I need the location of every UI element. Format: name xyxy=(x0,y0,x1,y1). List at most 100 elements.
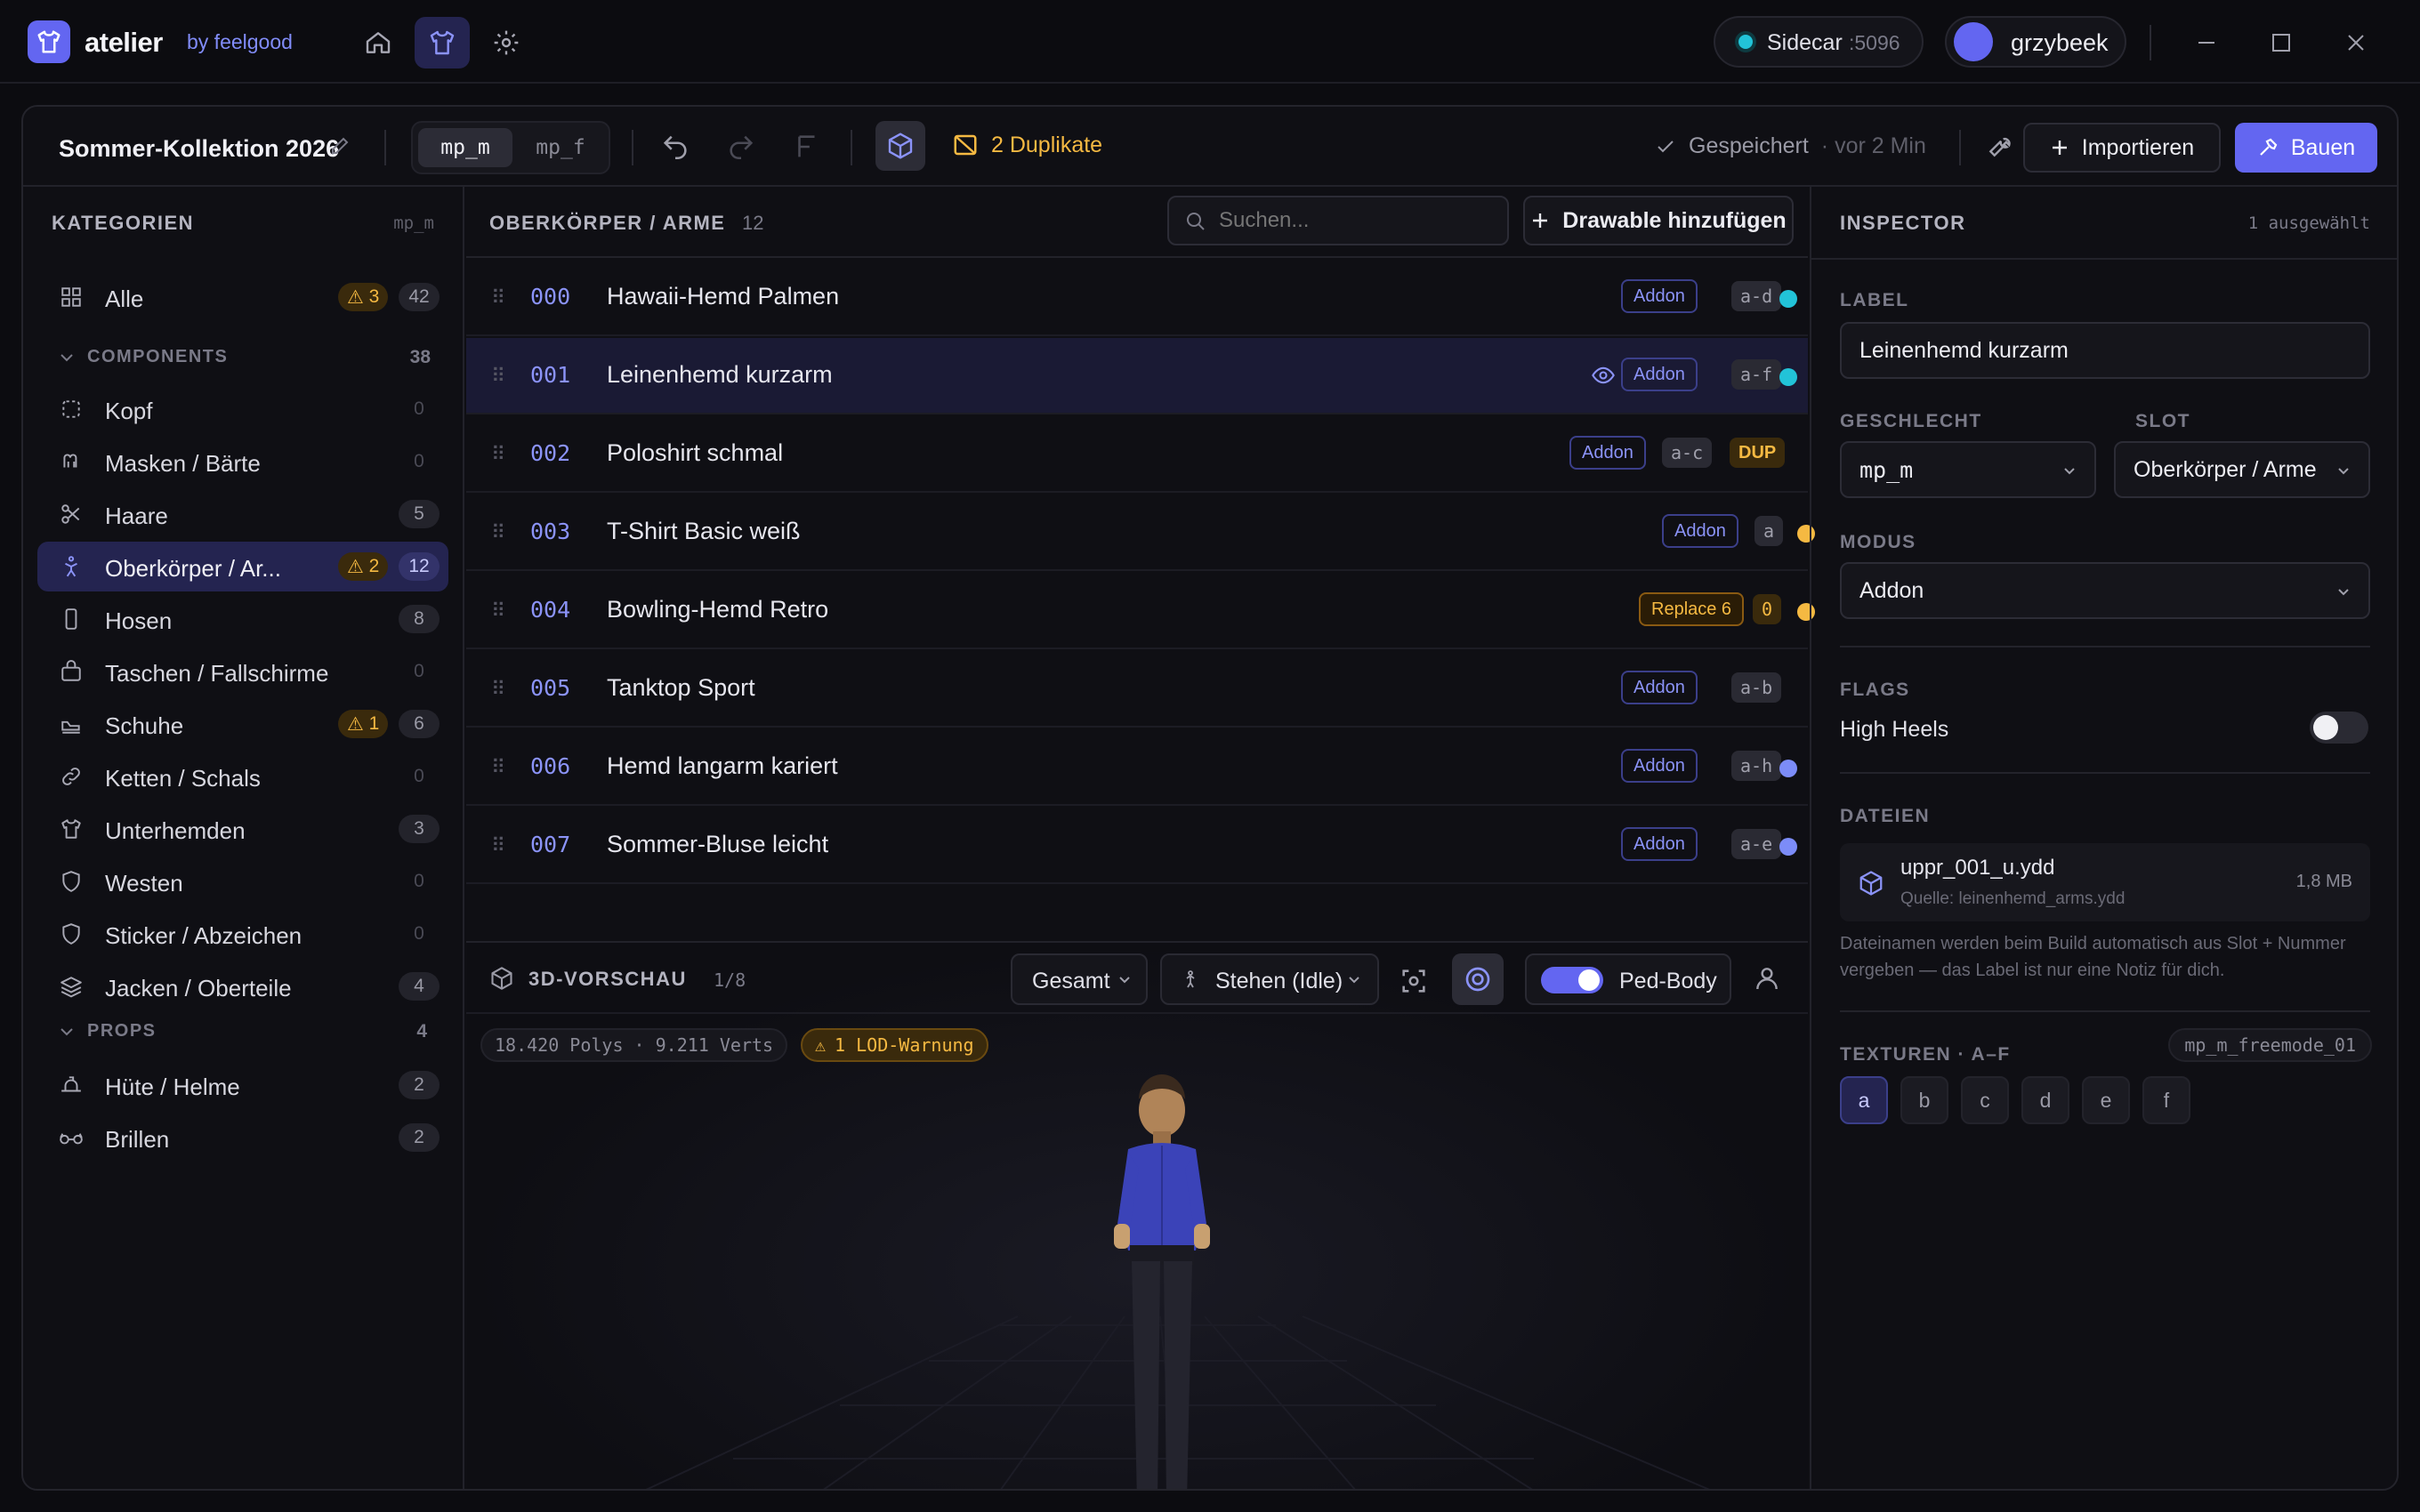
drag-handle-icon[interactable]: ⠿ xyxy=(491,365,505,388)
build-button[interactable]: Bauen xyxy=(2235,123,2377,173)
home-button[interactable] xyxy=(351,17,406,68)
components-group-header[interactable]: COMPONENTS xyxy=(59,347,228,367)
warning-badge: ⚠ 2 xyxy=(338,552,389,581)
sidebar-item-sticker[interactable]: Sticker / Abzeichen 0 xyxy=(37,909,448,959)
count-badge: 0 xyxy=(414,451,424,471)
mode-select[interactable]: Addon xyxy=(1840,562,2370,619)
settings-button[interactable] xyxy=(479,17,534,68)
sidebar-item-brillen[interactable]: Brillen 2 xyxy=(37,1113,448,1162)
count-badge: 5 xyxy=(399,500,440,528)
chevron-down-icon xyxy=(60,353,73,361)
sidebar-item-huete[interactable]: Hüte / Helme 2 xyxy=(37,1060,448,1110)
sidebar-item-oberkoerper[interactable]: Oberkörper / Ar... ⚠ 2 12 xyxy=(37,542,448,591)
texture-a-button[interactable]: a xyxy=(1840,1076,1888,1124)
texture-f-button[interactable]: f xyxy=(2142,1076,2190,1124)
label-input[interactable] xyxy=(1840,322,2370,379)
mode-tag: Addon xyxy=(1569,436,1646,470)
sidebar-item-haare[interactable]: Haare 5 xyxy=(37,489,448,539)
drag-handle-icon[interactable]: ⠿ xyxy=(491,756,505,779)
sidebar-item-label: Jacken / Oberteile xyxy=(105,975,292,1001)
maximize-button[interactable] xyxy=(2262,23,2301,62)
mode-select-value: Addon xyxy=(1859,577,1924,603)
sidebar-item-alle[interactable]: Alle ⚠ 3 42 xyxy=(37,272,448,322)
redo-button[interactable] xyxy=(726,132,756,166)
count-badge: 0 xyxy=(414,871,424,891)
props-group-header[interactable]: PROPS xyxy=(59,1021,157,1042)
texture-c-button[interactable]: c xyxy=(1961,1076,2009,1124)
search-box[interactable] xyxy=(1167,196,1509,245)
table-row[interactable]: ⠿ 002 Poloshirt schmal Addon a-c DUP xyxy=(466,416,1808,493)
high-heels-toggle[interactable] xyxy=(2310,712,2368,744)
visibility-toggle[interactable] xyxy=(1591,363,1616,392)
sidecar-port: :5096 xyxy=(1849,31,1900,54)
table-row[interactable]: ⠿ 004 Bowling-Hemd Retro Replace 6 0 xyxy=(466,573,1815,649)
drag-handle-icon[interactable]: ⠿ xyxy=(491,443,505,466)
drag-handle-icon[interactable]: ⠿ xyxy=(491,678,505,701)
user-menu[interactable]: grzybeek xyxy=(1945,16,2126,68)
drag-handle-icon[interactable]: ⠿ xyxy=(491,521,505,544)
gender-mp-f[interactable]: mp_f xyxy=(516,128,605,167)
avatar-view-button[interactable] xyxy=(1753,964,1783,994)
file-card[interactable]: uppr_001_u.ydd Quelle: leinenhemd_arms.y… xyxy=(1840,843,2370,921)
ped-body-toggle[interactable]: Ped-Body xyxy=(1525,953,1731,1005)
count-badge: 2 xyxy=(399,1071,440,1099)
drag-handle-icon[interactable]: ⠿ xyxy=(491,599,505,623)
history-button[interactable] xyxy=(792,132,822,166)
lod-warning-chip[interactable]: ⚠ 1 LOD-Warnung xyxy=(801,1028,988,1062)
sidebar-item-unterhemden[interactable]: Unterhemden 3 xyxy=(37,804,448,854)
drag-handle-icon[interactable]: ⠿ xyxy=(491,834,505,857)
focus-button[interactable] xyxy=(1399,966,1431,998)
sidebar-item-taschen[interactable]: Taschen / Fallschirme 0 xyxy=(37,647,448,696)
sidebar-item-kopf[interactable]: Kopf 0 xyxy=(37,384,448,434)
sidebar-item-hosen[interactable]: Hosen 8 xyxy=(37,594,448,644)
drag-handle-icon[interactable]: ⠿ xyxy=(491,286,505,310)
gender-select[interactable]: mp_m xyxy=(1840,441,2096,498)
sidebar-item-label: Unterhemden xyxy=(105,817,246,844)
orbit-button[interactable] xyxy=(1452,953,1504,1005)
table-row[interactable]: ⠿ 006 Hemd langarm kariert Addon a-h xyxy=(466,729,1808,806)
sidebar-item-label: Schuhe xyxy=(105,712,184,739)
bag-icon xyxy=(59,659,84,684)
search-icon xyxy=(1187,213,1205,230)
close-button[interactable] xyxy=(2336,23,2376,62)
sidebar-item-masken[interactable]: Masken / Bärte 0 xyxy=(37,437,448,487)
gender-toggle: mp_m mp_f xyxy=(411,121,610,174)
shirt-icon xyxy=(37,30,60,53)
duplicates-indicator[interactable]: 2 Duplikate xyxy=(952,132,1102,158)
search-input[interactable] xyxy=(1219,206,1486,235)
sidebar-item-schuhe[interactable]: Schuhe ⚠ 1 6 xyxy=(37,699,448,749)
texture-b-button[interactable]: b xyxy=(1900,1076,1948,1124)
table-row[interactable]: ⠿ 007 Sommer-Bluse leicht Addon a-e xyxy=(466,808,1808,884)
table-row[interactable]: ⠿ 003 T-Shirt Basic weiß Addon a xyxy=(466,495,1815,571)
sidebar-item-ketten[interactable]: Ketten / Schals 0 xyxy=(37,752,448,801)
flags-title: FLAGS xyxy=(1840,680,1910,700)
texture-d-button[interactable]: d xyxy=(2021,1076,2069,1124)
view-select[interactable]: Gesamt xyxy=(1011,953,1148,1005)
duplicate-warning-icon xyxy=(954,134,977,156)
texture-e-button[interactable]: e xyxy=(2082,1076,2130,1124)
sidebar-item-label: Brillen xyxy=(105,1126,170,1153)
sidebar-gender: mp_m xyxy=(393,213,434,233)
import-button[interactable]: Importieren xyxy=(2023,123,2221,173)
tools-button[interactable] xyxy=(1986,132,2014,165)
toggle-switch[interactable] xyxy=(1541,967,1603,993)
sidebar-item-westen[interactable]: Westen 0 xyxy=(37,857,448,906)
undo-button[interactable] xyxy=(660,132,690,166)
wardrobe-button[interactable] xyxy=(415,17,470,68)
gender-mp-m[interactable]: mp_m xyxy=(418,128,512,167)
table-row[interactable]: ⠿ 005 Tanktop Sport Addon a-b xyxy=(466,651,1808,728)
texture-range: a-b xyxy=(1731,672,1782,703)
sidebar-item-jacken[interactable]: Jacken / Oberteile 4 xyxy=(37,961,448,1011)
table-row[interactable]: ⠿ 001 Leinenhemd kurzarm Addon a-f xyxy=(466,338,1808,414)
slot-select[interactable]: Oberkörper / Arme xyxy=(2114,441,2370,498)
edit-title-button[interactable] xyxy=(329,135,351,161)
minimize-button[interactable] xyxy=(2187,23,2226,62)
chevron-down-icon xyxy=(2064,468,2075,475)
files-title: DATEIEN xyxy=(1840,806,1931,826)
preview-toggle-button[interactable] xyxy=(875,121,925,171)
import-label: Importieren xyxy=(2081,134,2195,160)
add-drawable-button[interactable]: Drawable hinzufügen xyxy=(1523,196,1794,245)
table-row[interactable]: ⠿ 000 Hawaii-Hemd Palmen Addon a-d xyxy=(466,260,1808,336)
animation-select[interactable]: Stehen (Idle) xyxy=(1160,953,1379,1005)
sidecar-status[interactable]: Sidecar :5096 xyxy=(1714,16,1924,68)
